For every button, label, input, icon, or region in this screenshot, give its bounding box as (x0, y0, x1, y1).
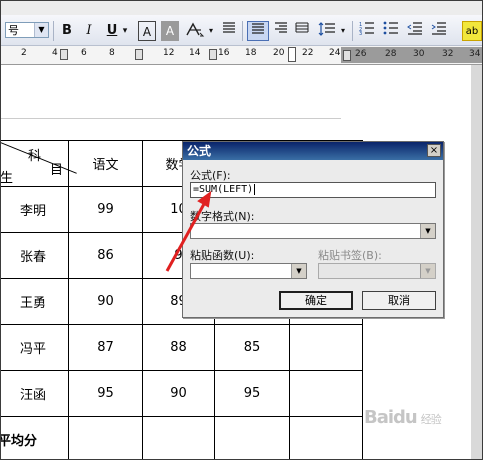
annotation-arrow-icon (165, 190, 212, 272)
watermark-sub: 经验 (420, 413, 442, 426)
word-window: 号 ▼ B I U ▾ A A ▾ ▾ 123 ab 2 4 6 8 12 14… (0, 0, 483, 460)
watermark: Baidu 经验 (364, 407, 442, 428)
watermark-text: Baidu (364, 407, 418, 428)
